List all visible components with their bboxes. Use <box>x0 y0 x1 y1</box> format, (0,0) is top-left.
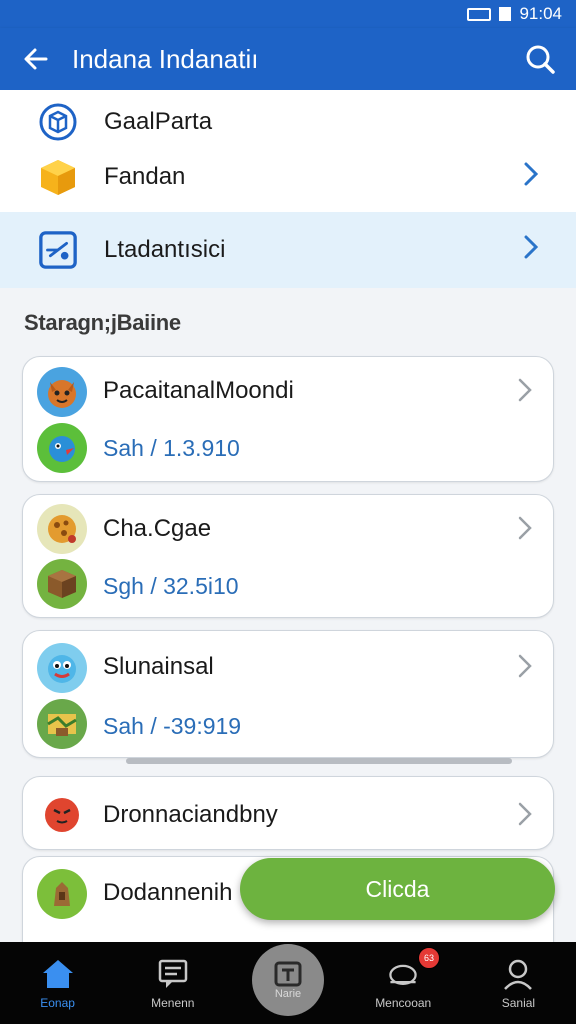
app-name: Dodannenih <box>103 879 233 906</box>
signal-icon <box>499 7 512 21</box>
bell-icon <box>385 956 421 992</box>
search-button[interactable] <box>504 28 576 90</box>
app-card[interactable]: Cha.Cgae Sgh / 32.5i10 <box>22 494 554 618</box>
app-version: Sah / -39:919 <box>103 713 242 739</box>
list-item-label: Fandan <box>104 163 186 190</box>
floating-action-button[interactable]: Clicda <box>240 858 555 920</box>
nav-label: Eonap <box>40 996 75 1010</box>
app-name: Slunainsal <box>103 653 214 680</box>
nav-item-notifications[interactable]: Mencooan <box>346 942 461 1024</box>
tower-app-icon <box>37 869 87 919</box>
profile-icon <box>500 956 536 992</box>
arrow-left-icon <box>24 48 48 70</box>
cube-outline-icon <box>38 102 78 142</box>
nav-label: Menenn <box>151 996 195 1010</box>
status-time: 91:04 <box>519 4 562 23</box>
nav-label: Mencooan <box>375 996 432 1010</box>
search-icon <box>526 45 555 74</box>
app-name: Cha.Cgae <box>103 515 212 542</box>
blue-edit-box-icon <box>38 230 78 270</box>
app-name: Dronnaciandbny <box>103 801 278 828</box>
section-title: Staragn;jBaiine <box>24 310 181 335</box>
back-button[interactable] <box>0 28 72 90</box>
cookie-app-icon <box>37 504 87 554</box>
list-item-label: Ltadantısici <box>104 236 226 263</box>
list-item-label: GaalParta <box>104 108 213 135</box>
page-title: Indana Indanatiı <box>72 43 259 74</box>
nav-label: Narie <box>274 988 302 1000</box>
home-icon <box>40 956 76 992</box>
horizontal-scrollbar[interactable] <box>126 758 512 764</box>
app-card[interactable]: Slunainsal Sah / -39:919 <box>22 630 554 758</box>
yellow-cube-icon <box>38 157 78 197</box>
top-list: GaalParta Fandan Ltadantısici <box>0 90 576 288</box>
chevron-right-icon <box>517 515 533 548</box>
chevron-right-icon <box>517 377 533 410</box>
status-bar: 91:04 <box>0 0 576 28</box>
nav-label: Sanial <box>501 996 536 1010</box>
fox-app-icon <box>37 367 87 417</box>
red-bird-app-icon <box>37 789 87 839</box>
list-item-gaalparta[interactable]: GaalParta <box>0 90 576 154</box>
app-version: Sgh / 32.5i10 <box>103 573 239 599</box>
app-card[interactable]: PacaitanalMoondi Sah / 1.3.910 <box>22 356 554 482</box>
notification-badge: 63 <box>418 947 440 969</box>
app-card[interactable]: Dronnaciandbny <box>22 776 554 850</box>
chevron-right-icon <box>522 161 540 194</box>
chevron-right-icon <box>522 234 540 267</box>
list-item-ltadantisici[interactable]: Ltadantısici <box>0 212 576 288</box>
app-version: Sah / 1.3.910 <box>103 435 240 461</box>
nav-item-home[interactable]: Eonap <box>0 942 115 1024</box>
nav-item-profile[interactable]: Sanial <box>461 942 576 1024</box>
nav-item-messages[interactable]: Menenn <box>115 942 230 1024</box>
app-name: PacaitanalMoondi <box>103 377 294 404</box>
message-icon <box>155 956 191 992</box>
chevron-right-icon <box>517 653 533 686</box>
blue-monster-app-icon <box>37 643 87 693</box>
center-tab-icon <box>274 961 302 987</box>
list-item-fandan[interactable]: Fandan <box>0 146 576 208</box>
cast-icon <box>467 7 492 21</box>
block-app-icon <box>37 559 87 609</box>
app-bar: Indana Indanatiı <box>0 28 576 90</box>
green-bird-app-icon <box>37 423 87 473</box>
nav-item-center[interactable]: Narie <box>252 944 324 1016</box>
chevron-right-icon <box>517 801 533 834</box>
map-app-icon <box>37 699 87 749</box>
